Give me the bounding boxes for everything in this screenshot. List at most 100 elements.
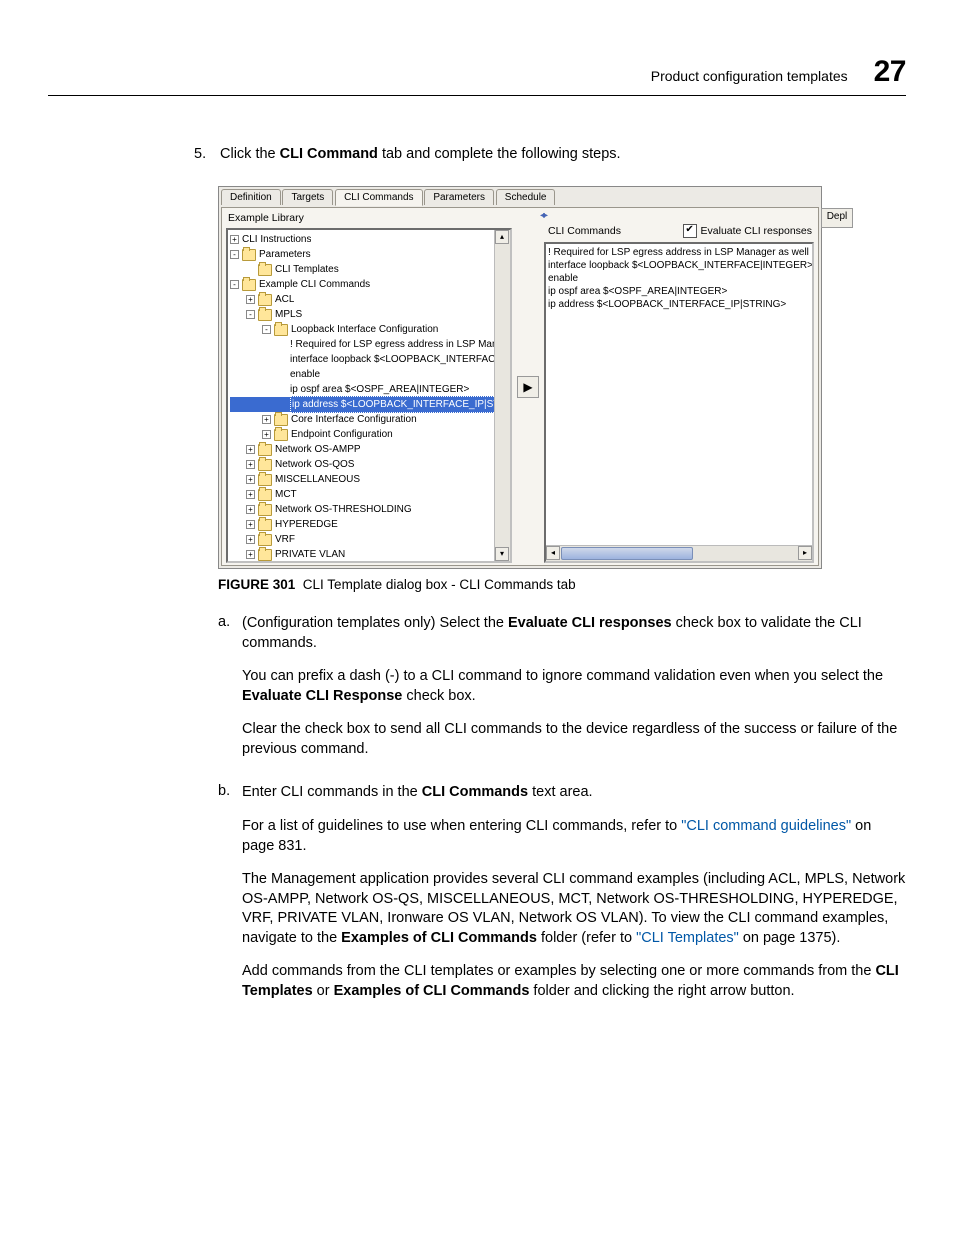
tree-vertical-scrollbar[interactable]: ▴ ▾ [494, 230, 510, 561]
tree-item-label: ACL [275, 292, 294, 307]
tree-row[interactable]: + ACL [230, 292, 508, 307]
tree-item-label: HYPEREDGE [275, 517, 338, 532]
tree-row[interactable]: ! Required for LSP egress address in LSP… [230, 337, 508, 352]
collapse-icon[interactable]: - [230, 280, 239, 289]
tree-item-label: MISCELLANEOUS [275, 472, 360, 487]
page: Product configuration templates 27 5. Cl… [0, 0, 954, 1235]
tab-definition[interactable]: Definition [221, 189, 281, 205]
collapse-icon[interactable]: - [262, 325, 271, 334]
tab-targets[interactable]: Targets [282, 189, 333, 205]
expand-icon[interactable]: + [246, 295, 255, 304]
tree-row[interactable]: ip address $<LOOPBACK_INTERFACE_IP|STRIN… [230, 397, 508, 412]
folder-icon [258, 474, 272, 486]
cli-templates-link[interactable]: "CLI Templates" [636, 930, 739, 946]
tree-row[interactable]: enable [230, 367, 508, 382]
tree-row[interactable]: +VRF [230, 532, 508, 547]
expand-icon[interactable]: + [246, 505, 255, 514]
tab-cli-commands[interactable]: CLI Commands [335, 189, 422, 206]
scroll-down-button[interactable]: ▾ [495, 547, 509, 561]
folder-icon [258, 489, 272, 501]
collapse-icon[interactable]: - [230, 250, 239, 259]
substep-b: b. Enter CLI commands in the CLI Command… [218, 783, 906, 1015]
cli-commands-textarea[interactable]: ! Required for LSP egress address in LSP… [544, 242, 814, 563]
code-horizontal-scrollbar[interactable]: ◂ ▸ [546, 545, 812, 561]
tree-row[interactable]: -Parameters [230, 247, 508, 262]
folder-icon [274, 414, 288, 426]
tree-item-label: CLI Templates [275, 262, 339, 277]
sb-p4d: Examples of CLI Commands [334, 983, 530, 999]
cli-pane-header: CLI Commands ✔ Evaluate CLI responses [542, 222, 818, 240]
tree-row[interactable]: +CLI Instructions [230, 232, 508, 247]
tree-row[interactable]: -Example CLI Commands [230, 277, 508, 292]
folder-icon [242, 279, 256, 291]
tab-schedule[interactable]: Schedule [496, 189, 556, 205]
tree-row[interactable]: - MPLS [230, 307, 508, 322]
scroll-up-button[interactable]: ▴ [495, 230, 509, 244]
tree-spacer [278, 370, 287, 379]
sb-p4e: folder and clicking the right arrow butt… [529, 983, 794, 999]
right-arrow-button[interactable]: ▶ [517, 376, 539, 398]
step-number: 5. [194, 146, 208, 162]
expand-icon[interactable]: + [262, 415, 271, 424]
splitter-grip[interactable]: ◂▸ [540, 208, 548, 222]
step-text: Click the CLI Command tab and complete t… [220, 146, 621, 162]
folder-icon [258, 459, 272, 471]
tab-panel-body: Example Library +CLI Instructions-Parame… [221, 208, 819, 566]
tree-row[interactable]: + Network OS-AMPP [230, 442, 508, 457]
cli-commands-pane: ◂▸ CLI Commands ✔ Evaluate CLI responses… [542, 208, 818, 565]
tree-row[interactable]: +Endpoint Configuration [230, 427, 508, 442]
tree-row[interactable]: +Network OS-THRESHOLDING [230, 502, 508, 517]
expand-icon[interactable]: + [246, 550, 255, 559]
sa-p3: Clear the check box to send all CLI comm… [242, 720, 906, 759]
step-5: 5. Click the CLI Command tab and complet… [194, 146, 906, 162]
expand-icon[interactable]: + [246, 475, 255, 484]
collapse-icon[interactable]: - [246, 310, 255, 319]
expand-icon[interactable]: + [246, 490, 255, 499]
code-lines: ! Required for LSP egress address in LSP… [548, 246, 810, 311]
expand-icon[interactable]: + [230, 235, 239, 244]
tree-row[interactable]: + HYPEREDGE [230, 517, 508, 532]
tree-item-label: MPLS [275, 307, 302, 322]
folder-icon [258, 264, 272, 276]
evaluate-cli-checkbox[interactable]: ✔ Evaluate CLI responses [683, 224, 812, 238]
expand-icon[interactable]: + [246, 445, 255, 454]
scroll-right-button[interactable]: ▸ [798, 546, 812, 560]
sa-p1b: Evaluate CLI responses [508, 615, 672, 631]
cli-guidelines-link[interactable]: "CLI command guidelines" [681, 818, 851, 834]
step-text-after: tab and complete the following steps. [378, 146, 621, 162]
expand-icon[interactable]: + [246, 535, 255, 544]
sb-p3d: on page 1375). [739, 930, 841, 946]
substep-a-body: (Configuration templates only) Select th… [242, 614, 906, 773]
expand-icon[interactable]: + [246, 460, 255, 469]
cli-commands-label: CLI Commands [548, 225, 621, 237]
header-rule [48, 95, 906, 96]
tree-row[interactable]: +MCT [230, 487, 508, 502]
header-title: Product configuration templates [651, 68, 848, 84]
tree-scroll-area[interactable]: +CLI Instructions-ParametersCLI Template… [226, 228, 512, 563]
tree-row[interactable]: +PRIVATE VLAN [230, 547, 508, 562]
tree-item-label: interface loopback $<LOOPBACK_INTERFACE|… [290, 352, 508, 367]
tree-row[interactable]: +Core Interface Configuration [230, 412, 508, 427]
scroll-thumb[interactable] [561, 547, 693, 560]
tree-row[interactable]: -Loopback Interface Configuration [230, 322, 508, 337]
tree-row[interactable]: interface loopback $<LOOPBACK_INTERFACE|… [230, 352, 508, 367]
tree-row[interactable]: + MISCELLANEOUS [230, 472, 508, 487]
substep-a-letter: a. [218, 614, 232, 773]
tree: +CLI Instructions-ParametersCLI Template… [228, 230, 510, 563]
substep-b-letter: b. [218, 783, 232, 1015]
transfer-buttons: ▶ [514, 208, 542, 565]
tree-row[interactable]: CLI Templates [230, 262, 508, 277]
sb-p3b: Examples of CLI Commands [341, 930, 537, 946]
expand-icon[interactable]: + [262, 430, 271, 439]
tree-item-label: Network OS-AMPP [275, 442, 361, 457]
checkbox-icon: ✔ [683, 224, 697, 238]
tree-item-label: CLI Instructions [242, 232, 311, 247]
tab-parameters[interactable]: Parameters [424, 189, 494, 205]
tree-row[interactable]: +Network OS-QOS [230, 457, 508, 472]
tree-row[interactable]: +Ironware OS VLAN [230, 562, 508, 563]
dialog-screenshot: Depl Definition Targets CLI Commands Par… [218, 186, 822, 569]
expand-icon[interactable]: + [246, 520, 255, 529]
tree-row[interactable]: ip ospf area $<OSPF_AREA|INTEGER> [230, 382, 508, 397]
scroll-left-button[interactable]: ◂ [546, 546, 560, 560]
deploy-button[interactable]: Depl [821, 208, 853, 228]
